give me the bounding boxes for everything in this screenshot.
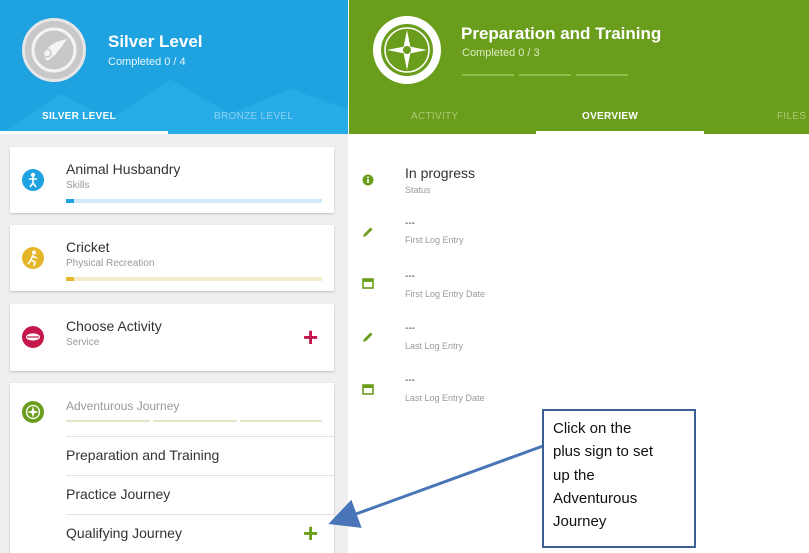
callout-line: Journey xyxy=(553,513,607,530)
callout-line: plus sign to set xyxy=(553,443,654,461)
callout-line: Adventurous xyxy=(553,489,638,507)
callout-line: up the xyxy=(553,466,595,484)
callout-line: Click on the xyxy=(553,420,632,437)
instruction-callout: Click on the plus sign to set up the Adv… xyxy=(542,409,696,548)
